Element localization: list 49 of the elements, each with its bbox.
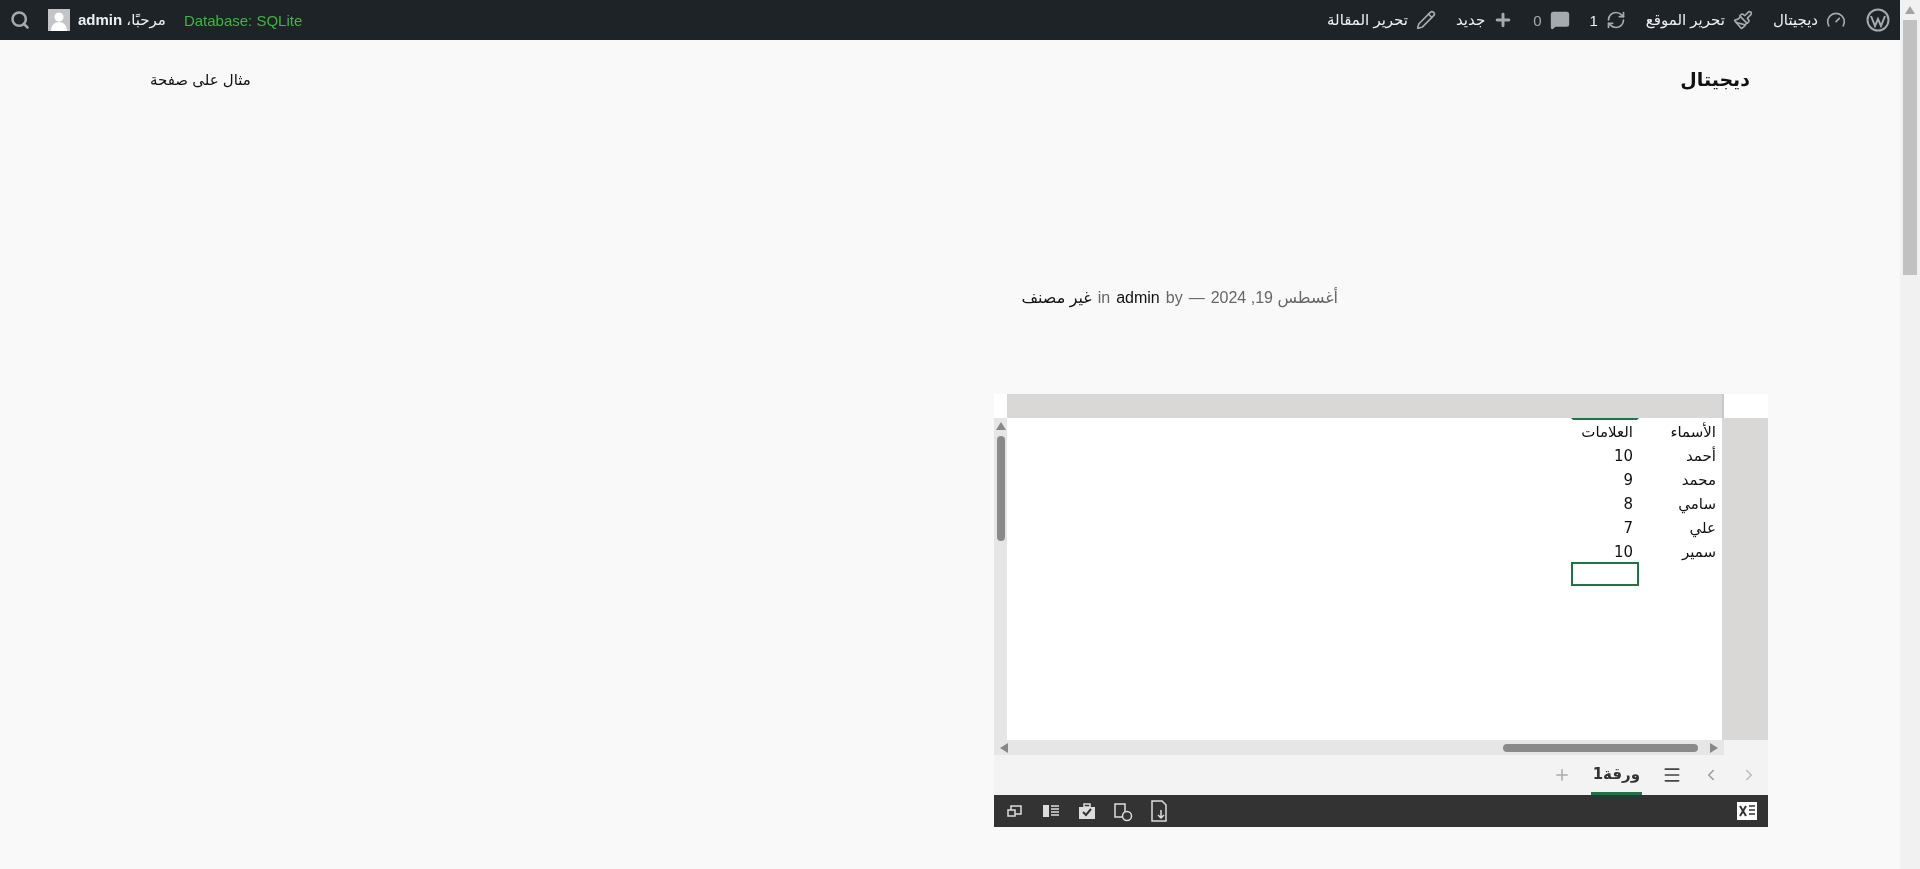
pencil-icon <box>1415 10 1436 30</box>
menu-icon[interactable] <box>1662 765 1682 785</box>
author-link[interactable]: admin <box>1116 289 1160 307</box>
horizontal-scrollbar[interactable] <box>994 740 1724 755</box>
table-cell[interactable]: علي <box>1639 514 1722 538</box>
by-text: by <box>1165 289 1183 307</box>
separator-text: — <box>1188 289 1205 307</box>
scroll-up-icon[interactable] <box>995 422 1006 430</box>
page-scrollbar[interactable] <box>1900 0 1920 869</box>
customize-link[interactable]: تحرير الموقع <box>1645 10 1753 30</box>
scroll-thumb[interactable] <box>996 436 1005 541</box>
scroll-thumb[interactable] <box>1503 743 1698 752</box>
table-cell[interactable]: الأسماء <box>1639 418 1722 442</box>
post-date: أغسطس 19, 2024 <box>1210 288 1338 307</box>
scroll-thumb[interactable] <box>1903 20 1917 275</box>
scroll-right-icon[interactable] <box>1710 742 1718 753</box>
table-cell[interactable]: 9 <box>1571 466 1639 490</box>
site-link[interactable]: ديجيتال <box>1772 10 1846 30</box>
spreadsheet-app-icon <box>1736 800 1758 822</box>
table-cell[interactable]: سامي <box>1639 490 1722 514</box>
comment-icon <box>1549 10 1570 30</box>
comments-link[interactable]: 0 <box>1533 10 1570 30</box>
avatar-icon <box>48 9 70 31</box>
table-cell[interactable]: 8 <box>1571 490 1639 514</box>
updates-link[interactable]: 1 <box>1589 10 1626 30</box>
table-cell[interactable]: 7 <box>1571 514 1639 538</box>
paintbrush-icon <box>1732 10 1753 30</box>
table-cell[interactable]: 10 <box>1571 442 1639 466</box>
database-label: Database: SQLite <box>183 11 303 29</box>
scroll-up-icon[interactable] <box>1905 6 1915 14</box>
refresh-icon <box>1605 10 1626 30</box>
table-cell[interactable]: 10 <box>1571 538 1639 562</box>
category-link[interactable]: غير مصنف <box>1021 288 1092 307</box>
page-link[interactable]: مثال على صفحة <box>150 70 251 89</box>
new-link[interactable]: جديد <box>1455 10 1514 30</box>
in-text: in <box>1097 289 1111 307</box>
table-cell[interactable] <box>1571 562 1639 586</box>
search-icon[interactable] <box>10 10 30 30</box>
briefcase-check-icon[interactable] <box>1076 800 1098 822</box>
vertical-scrollbar[interactable] <box>994 418 1007 740</box>
edit-post-link[interactable]: تحرير المقالة <box>1327 10 1436 30</box>
dashboard-icon <box>1826 10 1846 30</box>
download-file-icon[interactable] <box>1148 800 1170 822</box>
table-cell[interactable]: سمير <box>1639 538 1722 562</box>
table-cell[interactable]: أحمد <box>1639 442 1722 466</box>
scroll-left-icon[interactable] <box>1000 742 1008 753</box>
table-cell[interactable]: العلامات <box>1571 418 1639 442</box>
table-cell[interactable]: محمد <box>1639 466 1722 490</box>
site-title[interactable]: ديجيتال <box>1680 68 1750 91</box>
